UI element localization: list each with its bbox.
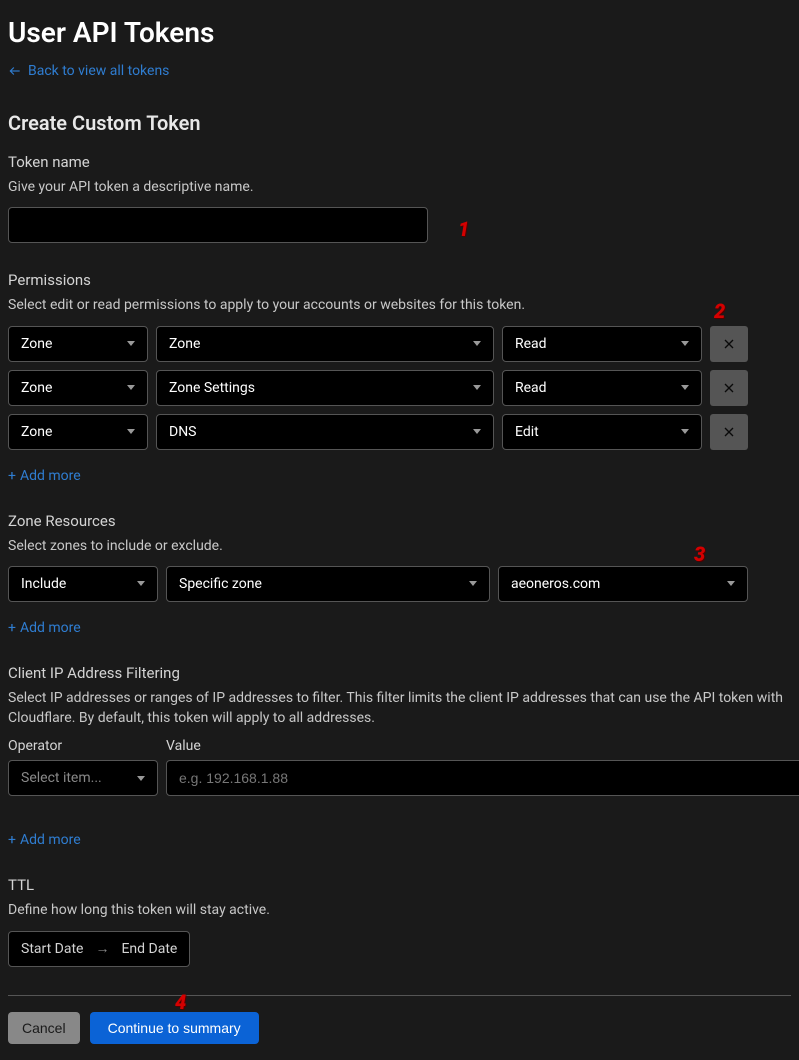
- operator-column-label: Operator: [8, 738, 158, 754]
- zone-type-select[interactable]: Specific zone: [166, 566, 490, 602]
- ttl-date-range[interactable]: Start Date → End Date: [8, 931, 190, 967]
- permission-action-select[interactable]: Edit: [502, 414, 702, 450]
- token-name-input[interactable]: [8, 207, 428, 243]
- permissions-section: Permissions Select edit or read permissi…: [8, 271, 791, 483]
- ip-filtering-desc: Select IP addresses or ranges of IP addr…: [8, 688, 791, 729]
- ttl-section: TTL Define how long this token will stay…: [8, 876, 791, 966]
- zone-resources-section: Zone Resources Select zones to include o…: [8, 512, 791, 636]
- plus-icon: +: [8, 620, 16, 636]
- annotation-4: 4: [175, 990, 186, 1014]
- permission-row: Zone Zone Read: [8, 326, 748, 362]
- add-permission-button[interactable]: + Add more: [8, 468, 81, 484]
- token-name-desc: Give your API token a descriptive name.: [8, 177, 791, 197]
- ttl-label: TTL: [8, 876, 791, 894]
- zone-resources-desc: Select zones to include or exclude.: [8, 536, 791, 556]
- remove-permission-button[interactable]: [710, 326, 748, 362]
- close-icon: [721, 424, 737, 440]
- permission-resource-select[interactable]: Zone: [156, 326, 494, 362]
- permission-scope-select[interactable]: Zone: [8, 414, 148, 450]
- add-zone-button[interactable]: + Add more: [8, 620, 81, 636]
- permissions-desc: Select edit or read permissions to apply…: [8, 295, 791, 315]
- permission-scope-select[interactable]: Zone: [8, 370, 148, 406]
- plus-icon: +: [8, 832, 16, 848]
- cancel-button[interactable]: Cancel: [8, 1012, 80, 1044]
- ttl-start-label: Start Date: [21, 941, 83, 957]
- add-ip-filter-button[interactable]: + Add more: [8, 832, 81, 848]
- permission-resource-select[interactable]: Zone Settings: [156, 370, 494, 406]
- plus-icon: +: [8, 468, 16, 484]
- back-link[interactable]: Back to view all tokens: [8, 63, 169, 79]
- token-name-label: Token name: [8, 153, 791, 171]
- zone-resource-row: Include Specific zone aeoneros.com: [8, 566, 748, 602]
- zone-resources-label: Zone Resources: [8, 512, 791, 530]
- token-name-section: Token name Give your API token a descrip…: [8, 153, 791, 243]
- permission-scope-select[interactable]: Zone: [8, 326, 148, 362]
- permission-action-select[interactable]: Read: [502, 326, 702, 362]
- zone-value-select[interactable]: aeoneros.com: [498, 566, 748, 602]
- divider: [8, 995, 791, 996]
- subtitle: Create Custom Token: [8, 111, 791, 135]
- ip-filtering-label: Client IP Address Filtering: [8, 664, 791, 682]
- add-more-label: Add more: [20, 832, 81, 848]
- arrow-right-icon: →: [95, 940, 109, 957]
- ip-filtering-section: Client IP Address Filtering Select IP ad…: [8, 664, 791, 849]
- add-more-label: Add more: [20, 620, 81, 636]
- close-icon: [721, 336, 737, 352]
- page-title: User API Tokens: [8, 16, 791, 49]
- remove-permission-button[interactable]: [710, 414, 748, 450]
- permission-row: Zone DNS Edit: [8, 414, 748, 450]
- ip-filter-row: Select item...: [8, 760, 788, 796]
- ip-value-input[interactable]: [166, 760, 799, 796]
- zone-mode-select[interactable]: Include: [8, 566, 158, 602]
- permission-action-select[interactable]: Read: [502, 370, 702, 406]
- permissions-label: Permissions: [8, 271, 791, 289]
- ip-operator-select[interactable]: Select item...: [8, 760, 158, 796]
- permission-row: Zone Zone Settings Read: [8, 370, 748, 406]
- add-more-label: Add more: [20, 468, 81, 484]
- annotation-1: 1: [458, 217, 469, 241]
- close-icon: [721, 380, 737, 396]
- remove-permission-button[interactable]: [710, 370, 748, 406]
- permission-resource-select[interactable]: DNS: [156, 414, 494, 450]
- arrow-left-icon: [8, 64, 22, 78]
- continue-button[interactable]: Continue to summary: [90, 1012, 259, 1044]
- ttl-desc: Define how long this token will stay act…: [8, 900, 791, 920]
- back-link-label: Back to view all tokens: [28, 63, 169, 79]
- ttl-end-label: End Date: [121, 941, 177, 957]
- value-column-label: Value: [166, 738, 788, 754]
